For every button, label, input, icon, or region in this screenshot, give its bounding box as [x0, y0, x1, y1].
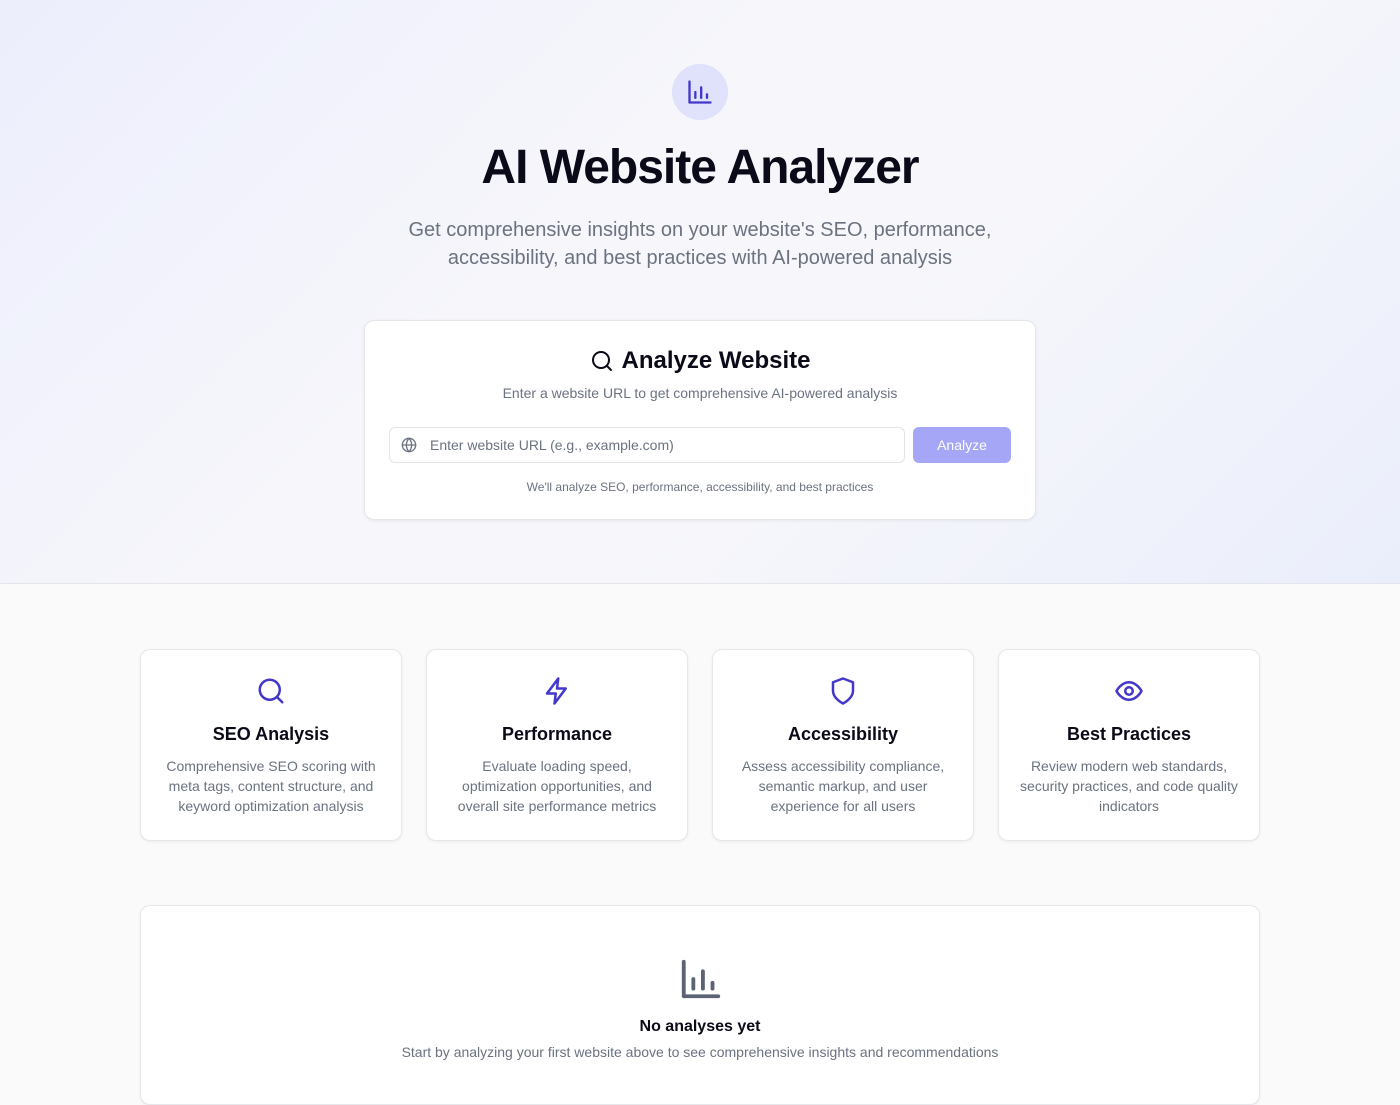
search-icon — [258, 678, 284, 704]
feature-title: Performance — [501, 724, 613, 744]
search-icon — [591, 351, 612, 371]
lightning-icon — [545, 677, 567, 705]
feature-card-accessibility: Accessibility Assess accessibility compl… — [712, 649, 974, 841]
hero-section: AI Website Analyzer Get comprehensive in… — [0, 0, 1400, 584]
feature-title: Accessibility — [787, 724, 899, 744]
url-input[interactable] — [390, 428, 904, 462]
feature-description: Evaluate loading speed, optimization opp… — [457, 758, 657, 814]
analyze-note: We'll analyze SEO, performance, accessib… — [526, 480, 874, 494]
feature-card-seo: SEO Analysis Comprehensive SEO scoring w… — [140, 649, 402, 841]
analyze-card-header: Analyze Website — [365, 347, 1035, 375]
globe-icon — [401, 437, 417, 453]
bar-chart-icon — [688, 80, 712, 104]
page-subtitle: Get comprehensive insights on your websi… — [408, 219, 992, 269]
feature-title: Best Practices — [1066, 724, 1192, 744]
analyze-card: Analyze Website Enter a website URL to g… — [364, 320, 1036, 520]
analyze-card-description: Enter a website URL to get comprehensive… — [502, 385, 898, 401]
analyze-button[interactable]: Analyze — [913, 427, 1011, 463]
analyze-card-title: Analyze Website — [621, 347, 811, 374]
page-title: AI Website Analyzer — [481, 141, 919, 194]
feature-description: Comprehensive SEO scoring with meta tags… — [166, 758, 376, 814]
empty-state-card: No analyses yet Start by analyzing your … — [140, 905, 1260, 1105]
hero-badge — [672, 64, 728, 120]
feature-title: SEO Analysis — [212, 724, 330, 744]
bar-chart-icon — [681, 959, 721, 999]
feature-description: Assess accessibility compliance, semanti… — [741, 758, 945, 814]
feature-card-performance: Performance Evaluate loading speed, opti… — [426, 649, 688, 841]
shield-icon — [831, 677, 855, 705]
eye-icon — [1115, 681, 1143, 701]
url-field[interactable] — [389, 427, 905, 463]
empty-state-description: Start by analyzing your first website ab… — [401, 1044, 999, 1060]
feature-card-best-practices: Best Practices Review modern web standar… — [998, 649, 1260, 841]
empty-state-title: No analyses yet — [639, 1018, 761, 1035]
feature-description: Review modern web standards, security pr… — [1020, 758, 1238, 814]
